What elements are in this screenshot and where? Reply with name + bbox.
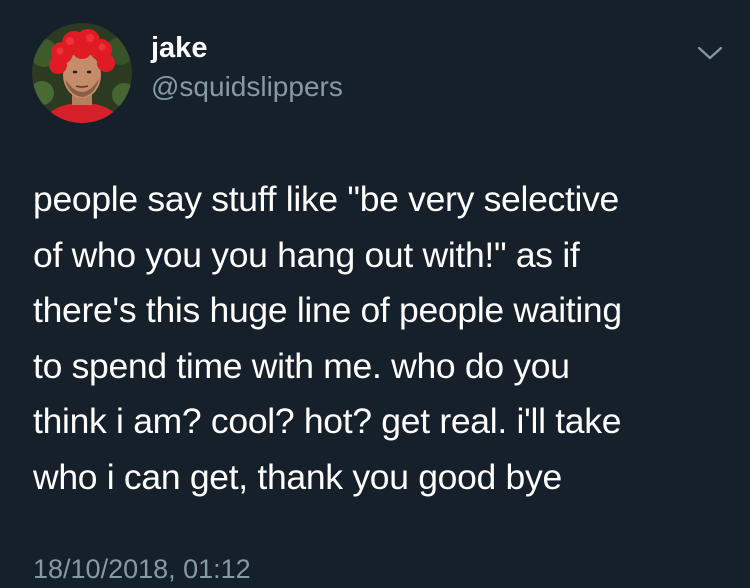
chevron-down-icon[interactable]: [696, 44, 724, 62]
tweet-text: people say stuff like "be very selective…: [33, 172, 733, 505]
user-handle[interactable]: @squidslippers: [151, 70, 343, 104]
tweet-text-line: people say stuff like "be very selective: [33, 179, 620, 219]
tweet-text-line: who i can get, thank you good bye: [33, 456, 562, 497]
tweet-text-line: there's this huge line of people waiting: [33, 290, 622, 330]
tweet-text-line: to spend time with me. who do you: [33, 345, 570, 386]
tweet-timestamp[interactable]: 18/10/2018, 01:12: [33, 552, 251, 586]
avatar-photo: [32, 23, 132, 123]
tweet-card: jake @squidslippers people say stuff lik…: [0, 0, 750, 588]
avatar[interactable]: [32, 23, 132, 123]
tweet-text-line: think i am? cool? hot? get real. i'll ta…: [33, 401, 622, 441]
display-name[interactable]: jake: [151, 30, 207, 66]
tweet-text-line: of who you you hang out with!" as if: [33, 234, 580, 275]
